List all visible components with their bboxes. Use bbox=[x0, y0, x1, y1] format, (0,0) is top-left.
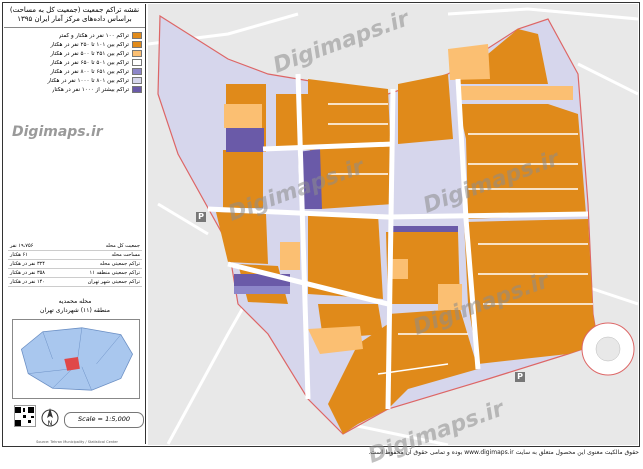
legend-panel: نقشه تراکم جمعیت (جمعیت کل به مساحت) برا… bbox=[4, 4, 146, 444]
legend-item: تراکم بین ۶۵۱ تا ۸۰۰ نفر در هکتار bbox=[7, 67, 142, 76]
legend-title-line: براساس داده‌های مرکز آمار ایران ۱۳۹۵ bbox=[17, 15, 132, 23]
stats-label: جمعیت کل محله bbox=[105, 243, 140, 249]
legend-label: تراکم بین ۱۰۱ تا ۲۵۰ نفر در هکتار bbox=[50, 41, 129, 48]
scale-label: Scale = 1:5,000 bbox=[64, 412, 144, 428]
stats-value: ۶۱ هکتار bbox=[10, 252, 28, 258]
legend-item: تراکم ۱۰۰ نفر در هکتار و کمتر bbox=[7, 31, 142, 40]
legend-item: تراکم بیشتر از ۱۰۰۰ نفر در هکتار bbox=[7, 85, 142, 94]
stats-label: مساحت محله bbox=[111, 252, 141, 258]
legend-swatch bbox=[132, 68, 142, 75]
legend-swatch bbox=[132, 50, 142, 57]
stats-label: تراکم جمعیتی منطقه ۱۱ bbox=[89, 270, 140, 276]
legend-label: تراکم بیشتر از ۱۰۰۰ نفر در هکتار bbox=[51, 86, 129, 93]
legend-label: تراکم بین ۵۰۱ تا ۶۵۰ نفر در هکتار bbox=[50, 59, 129, 66]
legend-item: تراکم بین ۸۰۱ تا ۱۰۰۰ نفر در هکتار bbox=[7, 76, 142, 85]
legend-title-line: نقشه تراکم جمعیت (جمعیت کل به مساحت) bbox=[9, 6, 140, 14]
svg-text:N: N bbox=[48, 420, 53, 427]
stats-label: تراکم جمعیتی شهر تهران bbox=[87, 279, 140, 285]
legend-item: تراکم بین ۵۰۱ تا ۶۵۰ نفر در هکتار bbox=[7, 58, 142, 67]
legend-title: نقشه تراکم جمعیت (جمعیت کل به مساحت) برا… bbox=[4, 4, 145, 28]
legend-swatch bbox=[132, 77, 142, 84]
legend-list: تراکم ۱۰۰ نفر در هکتار و کمتر تراکم بین ۱… bbox=[4, 28, 145, 94]
legend-swatch bbox=[132, 32, 142, 39]
stats-row: تراکم جمعیتی منطقه ۱۱ ۳۵۸ نفر در هکتار bbox=[8, 269, 142, 278]
legend-label: تراکم بین ۶۵۱ تا ۸۰۰ نفر در هکتار bbox=[50, 68, 129, 75]
district-line: منطقه (۱۱) شهرداری تهران bbox=[40, 307, 110, 314]
stats-label: تراکم جمعیتی محله bbox=[99, 261, 140, 267]
stats-value: ۳۲۴ نفر در هکتار bbox=[10, 261, 45, 267]
stats-value: ۱۴۰ نفر در هکتار bbox=[10, 279, 45, 285]
district-line: محله محمدیه bbox=[58, 298, 92, 305]
watermark: Digimaps.ir bbox=[12, 124, 103, 140]
legend-label: تراکم بین ۸۰۱ تا ۱۰۰۰ نفر در هکتار bbox=[47, 77, 129, 84]
north-arrow-icon: N bbox=[41, 408, 59, 427]
stats-row: تراکم جمعیتی شهر تهران ۱۴۰ نفر در هکتار bbox=[8, 278, 142, 287]
district-name: محله محمدیه منطقه (۱۱) شهرداری تهران bbox=[8, 297, 142, 315]
copyright-notice: حقوق مالکیت معنوی این محصول متعلق به سای… bbox=[368, 449, 639, 456]
density-map bbox=[148, 4, 638, 445]
stats-row: مساحت محله ۶۱ هکتار bbox=[8, 251, 142, 260]
legend-label: تراکم ۱۰۰ نفر در هکتار و کمتر bbox=[58, 32, 129, 39]
stats-value: ۳۵۸ نفر در هکتار bbox=[10, 270, 45, 276]
stats-row: جمعیت کل محله ۱۹،۷۵۶ نفر bbox=[8, 242, 142, 251]
legend-swatch bbox=[132, 86, 142, 93]
stats-table: جمعیت کل محله ۱۹،۷۵۶ نفر مساحت محله ۶۱ هکتا… bbox=[8, 242, 142, 287]
parking-marker: P bbox=[515, 372, 525, 382]
legend-label: تراکم بین ۲۵۱ تا ۵۰۰ نفر در هکتار bbox=[50, 50, 129, 57]
legend-swatch bbox=[132, 59, 142, 66]
stats-row: تراکم جمعیتی محله ۳۲۴ نفر در هکتار bbox=[8, 260, 142, 269]
legend-item: تراکم بین ۱۰۱ تا ۲۵۰ نفر در هکتار bbox=[7, 40, 142, 49]
legend-footer: Source: Tehran Municipality / Statistica… bbox=[36, 440, 118, 444]
legend-swatch bbox=[132, 41, 142, 48]
qr-code bbox=[14, 405, 36, 427]
parking-marker: P bbox=[196, 212, 206, 222]
tehran-inset-map bbox=[12, 319, 140, 399]
stats-value: ۱۹،۷۵۶ نفر bbox=[10, 243, 34, 249]
legend-item: تراکم بین ۲۵۱ تا ۵۰۰ نفر در هکتار bbox=[7, 49, 142, 58]
